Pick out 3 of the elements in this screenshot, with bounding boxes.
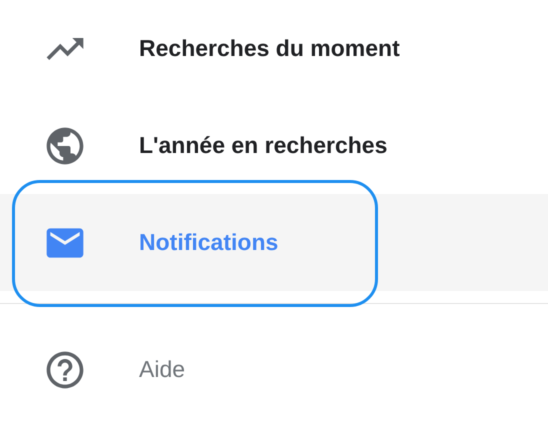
menu-item[interactable]: Recherches du moment [0, 0, 548, 97]
menu-item[interactable]: Aide [0, 321, 548, 418]
menu-item[interactable]: L'année en recherches [0, 97, 548, 194]
